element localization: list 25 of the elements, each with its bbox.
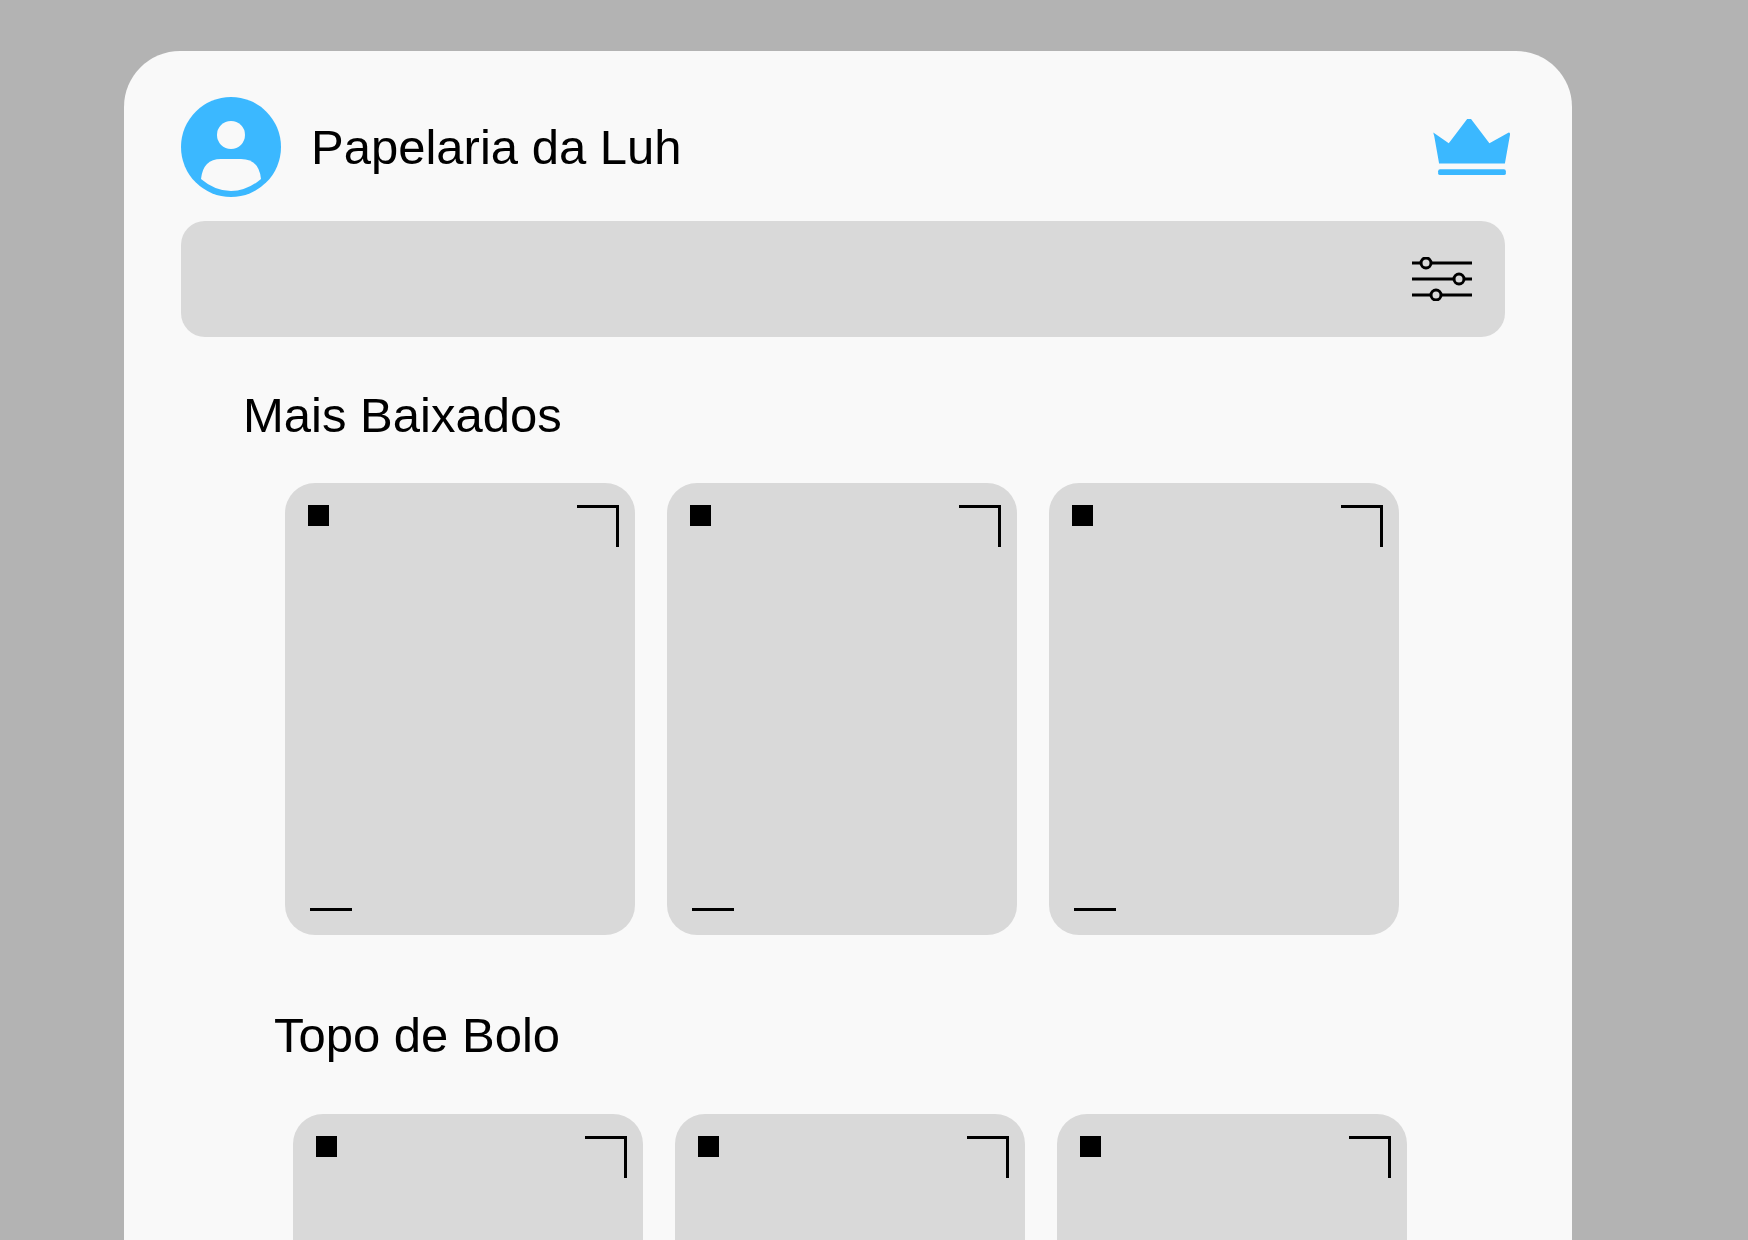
section-title: Mais Baixados — [243, 387, 563, 443]
corner-bracket-icon — [585, 1136, 627, 1178]
corner-bracket-icon — [967, 1136, 1009, 1178]
dash-icon — [1074, 908, 1116, 911]
dash-icon — [692, 908, 734, 911]
crown-icon[interactable] — [1431, 117, 1513, 177]
corner-bracket-icon — [577, 505, 619, 547]
dash-icon — [310, 908, 352, 911]
product-card[interactable] — [667, 483, 1017, 935]
store-title: Papelaria da Luh — [311, 119, 683, 175]
search-field[interactable] — [181, 221, 1505, 337]
corner-bracket-icon — [1349, 1136, 1391, 1178]
section-title: Topo de Bolo — [274, 1007, 562, 1063]
corner-bracket-icon — [959, 505, 1001, 547]
square-icon — [1080, 1136, 1101, 1157]
square-icon — [698, 1136, 719, 1157]
corner-bracket-icon — [1341, 505, 1383, 547]
square-icon — [308, 505, 329, 526]
product-card[interactable] — [285, 483, 635, 935]
square-icon — [1072, 505, 1093, 526]
filter-icon[interactable] — [1412, 257, 1472, 301]
product-card[interactable] — [1049, 483, 1399, 935]
square-icon — [316, 1136, 337, 1157]
square-icon — [690, 505, 711, 526]
avatar-icon[interactable] — [181, 97, 281, 197]
